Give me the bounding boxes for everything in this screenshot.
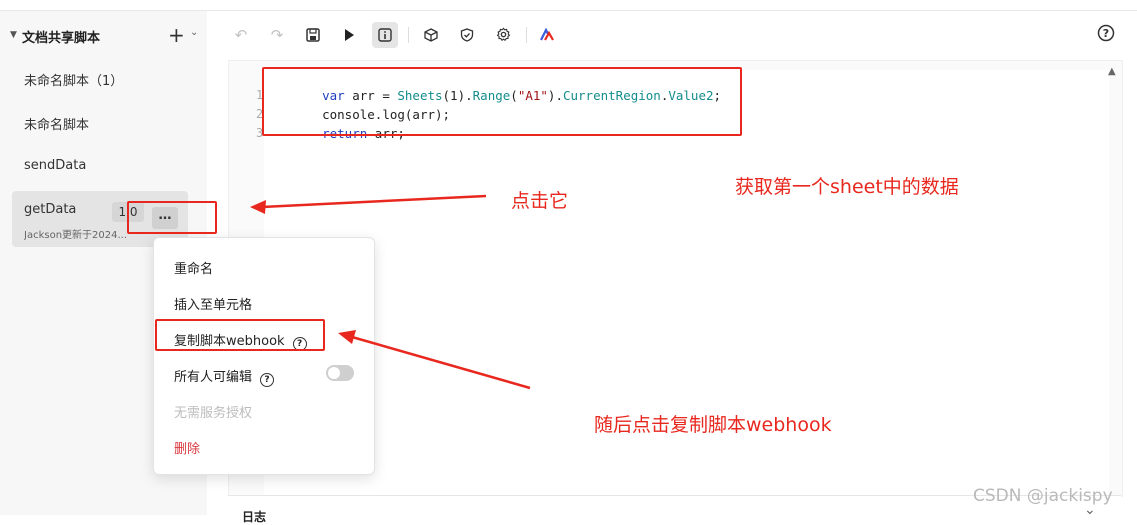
- annotation-get-data: 获取第一个sheet中的数据: [735, 176, 959, 198]
- annotation-then-copy: 随后点击复制脚本webhook: [594, 414, 832, 436]
- annotation-arrows: [250, 194, 531, 390]
- watermark: CSDN @jackispy: [973, 486, 1113, 506]
- annotation-click-it: 点击它: [511, 190, 569, 212]
